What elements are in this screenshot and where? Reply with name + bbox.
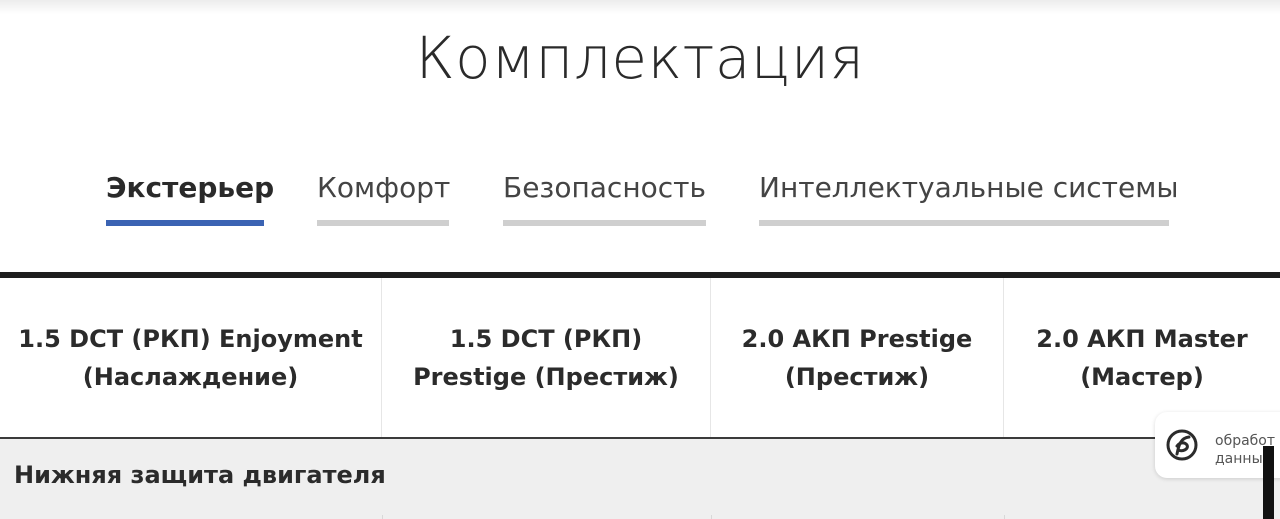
trim-name: 2.0 АКП Prestige (Престиж): [730, 320, 985, 396]
tab-underline-active: [106, 220, 264, 226]
trim-name-line2: Prestige (Престиж): [413, 362, 679, 391]
trim-column-header: 2.0 АКП Prestige (Престиж): [711, 278, 1004, 437]
tab-underline: [317, 220, 449, 226]
trim-name-line2: (Наслаждение): [82, 362, 299, 391]
cookie-consent-icon: [1166, 429, 1198, 461]
tab-label: Комфорт: [317, 171, 451, 204]
trim-column-header: 1.5 DCT (РКП) Prestige (Престиж): [382, 278, 711, 437]
feature-tabs: Экстерьер Комфорт Безопасность Интеллект…: [0, 170, 1280, 230]
tab-safety[interactable]: Безопасность: [503, 170, 706, 228]
scrollbar-thumb[interactable]: [1263, 446, 1274, 519]
trim-header-row: 1.5 DCT (РКП) Enjoyment (Наслаждение) 1.…: [0, 278, 1280, 437]
column-tick: [1004, 515, 1005, 519]
trim-name: 1.5 DCT (РКП) Prestige (Престиж): [401, 320, 691, 396]
trim-name-line1: 1.5 DCT (РКП) Enjoyment: [18, 324, 363, 353]
feature-row-label: Нижняя защита двигателя: [14, 461, 386, 489]
widget-text-line2: данны: [1215, 451, 1263, 467]
trim-column-header: 1.5 DCT (РКП) Enjoyment (Наслаждение): [0, 278, 382, 437]
data-processing-widget[interactable]: обработ данны: [1155, 412, 1280, 478]
feature-row[interactable]: Нижняя защита двигателя: [0, 439, 1280, 519]
trim-name: 2.0 АКП Master (Мастер): [1024, 320, 1259, 396]
tab-comfort[interactable]: Комфорт: [317, 170, 451, 228]
trim-name-line2: (Престиж): [784, 362, 930, 391]
tab-label: Безопасность: [503, 171, 706, 204]
tab-underline: [503, 220, 706, 226]
page-title: Комплектация: [415, 24, 865, 92]
trim-name-line2: (Мастер): [1080, 362, 1204, 391]
tab-exterior[interactable]: Экстерьер: [106, 170, 275, 228]
trim-name-line1: 2.0 АКП Master: [1036, 324, 1248, 353]
tab-intelligent-systems[interactable]: Интеллектуальные системы: [759, 170, 1179, 228]
top-shade: [0, 0, 1280, 14]
column-tick: [382, 515, 383, 519]
column-tick: [711, 515, 712, 519]
trim-name-line1: 2.0 АКП Prestige: [741, 324, 973, 353]
tab-underline: [759, 220, 1169, 226]
tab-label: Интеллектуальные системы: [759, 171, 1179, 204]
trim-name-line1: 1.5 DCT (РКП): [449, 324, 643, 353]
trim-name: 1.5 DCT (РКП) Enjoyment (Наслаждение): [6, 320, 374, 396]
tab-label: Экстерьер: [106, 171, 275, 204]
